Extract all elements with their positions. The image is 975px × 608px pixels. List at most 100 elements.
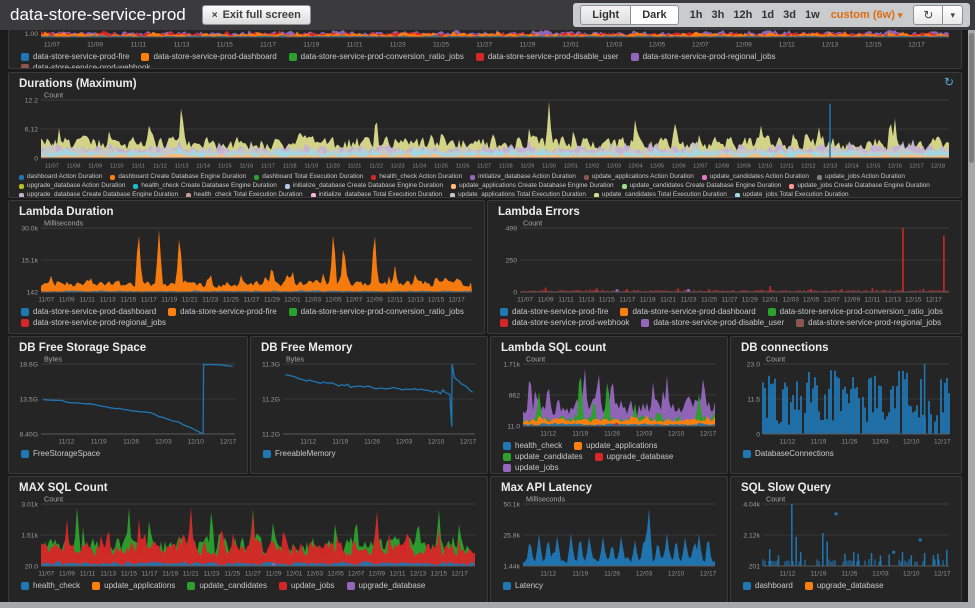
legend-item[interactable]: data-store-service-prod-fire — [168, 307, 276, 317]
legend-label: update_applications — [104, 581, 175, 591]
chart-sql-slow-query[interactable]: 4.04k2.12k201Count11/1211/1911/2612/0312… — [733, 495, 957, 579]
legend-item[interactable]: FreeStorageSpace — [21, 449, 100, 459]
svg-text:11/15: 11/15 — [599, 297, 615, 304]
legend-item[interactable]: health_check Total Execution Duration — [186, 191, 303, 198]
legend-item[interactable]: update_candidates — [503, 452, 583, 462]
legend-item[interactable]: upgrade_database — [347, 581, 426, 591]
legend-label: health_check — [515, 441, 562, 451]
legend-item[interactable]: update_jobs — [279, 581, 335, 591]
legend-item[interactable]: FreeableMemory — [263, 449, 335, 459]
legend-item[interactable]: upgrade_database — [805, 581, 884, 591]
legend-item[interactable]: dashboard Action Duration — [19, 173, 102, 181]
time-range-3h[interactable]: 3h — [712, 9, 725, 21]
svg-text:12/15: 12/15 — [905, 297, 922, 304]
svg-text:12/17: 12/17 — [908, 42, 925, 49]
legend-item[interactable]: data-store-service-prod-regional_jobs — [796, 318, 941, 328]
chart-db-free-memory[interactable]: 11.3G11.2G11.2GBytes11/1211/1911/2612/03… — [253, 355, 483, 447]
legend-item[interactable]: data-store-service-prod-fire — [21, 52, 129, 62]
svg-text:11/10: 11/10 — [110, 164, 124, 170]
chart-top-chart-partial[interactable]: 1.0011/0711/0911/1111/1311/1511/1711/191… — [11, 30, 957, 50]
legend-item[interactable]: data-store-service-prod-dashboard — [620, 307, 755, 317]
legend-item[interactable]: data-store-service-prod-webhook — [21, 63, 150, 69]
legend-item[interactable]: update_candidates Create Database Engine… — [622, 182, 782, 190]
legend-label: data-store-service-prod-conversion_ratio… — [301, 307, 464, 317]
legend-item[interactable]: data-store-service-prod-fire — [500, 307, 608, 317]
legend-item[interactable]: data-store-service-prod-dashboard — [141, 52, 276, 62]
refresh-button[interactable]: ↻ — [913, 5, 943, 25]
legend-item[interactable]: dashboard Create Database Engine Duratio… — [110, 173, 246, 181]
legend-item[interactable]: DatabaseConnections — [743, 449, 834, 459]
legend-swatch — [289, 53, 297, 61]
legend-item[interactable]: update_jobs Action Duration — [817, 173, 905, 181]
legend-item[interactable]: data-store-service-prod-dashboard — [21, 307, 156, 317]
svg-text:12/07: 12/07 — [348, 571, 365, 578]
legend-item[interactable]: data-store-service-prod-conversion_ratio… — [289, 52, 464, 62]
legend-item[interactable]: update_candidates Total Execution Durati… — [594, 191, 727, 198]
refresh-options-button[interactable]: ▾ — [943, 5, 963, 25]
chart-db-connections[interactable]: 23.011.50Count11/1211/1911/2612/0312/101… — [733, 355, 957, 447]
chart-max-sql-count[interactable]: 3.01k1.51k20.0Count11/0711/0911/1111/131… — [11, 495, 483, 579]
panel-title: Lambda Errors — [488, 201, 961, 219]
legend-item[interactable]: data-store-service-prod-regional_jobs — [631, 52, 776, 62]
svg-text:11/29: 11/29 — [519, 42, 535, 49]
legend-label: data-store-service-prod-regional_jobs — [33, 318, 166, 328]
svg-text:11.2G: 11.2G — [262, 432, 280, 439]
legend-item[interactable]: update_applications Action Duration — [584, 173, 694, 181]
light-theme-button[interactable]: Light — [580, 5, 630, 25]
legend-item[interactable]: dashboard Total Execution Duration — [254, 173, 363, 181]
legend-item[interactable]: upgrade_database — [595, 452, 674, 462]
legend-item[interactable]: update_applications — [574, 441, 657, 451]
legend-item[interactable]: initialize_database Total Execution Dura… — [311, 191, 443, 198]
chart-lambda-errors[interactable]: 4992500Count11/0711/0911/1111/1311/1511/… — [490, 219, 957, 305]
legend-item[interactable]: data-store-service-prod-conversion_ratio… — [768, 307, 943, 317]
legend-item[interactable]: update_jobs Total Execution Duration — [735, 191, 849, 198]
legend-label: data-store-service-prod-disable_user — [488, 52, 619, 62]
legend-item[interactable]: update_jobs — [503, 463, 559, 473]
chart-durations-maximum[interactable]: 12.26.120Count11/0711/0811/0911/1011/111… — [11, 91, 957, 171]
widget-refresh-icon[interactable]: ↻ — [944, 76, 954, 88]
chart-lambda-sql-count[interactable]: 1.71k86211.0Count11/1211/1911/2612/0312/… — [493, 355, 723, 439]
legend-item[interactable]: dashboard — [743, 581, 793, 591]
legend-item[interactable]: initialize_database Create Database Engi… — [285, 182, 443, 190]
chart-db-free-storage-space[interactable]: 18.6G13.5G8.40GBytes11/1211/1911/2612/03… — [11, 355, 243, 447]
legend-item[interactable]: update_applications — [92, 581, 175, 591]
legend-item[interactable]: data-store-service-prod-disable_user — [641, 318, 784, 328]
legend-item[interactable]: update_applications Total Execution Dura… — [450, 191, 586, 198]
legend-item[interactable]: data-store-service-prod-disable_user — [476, 52, 619, 62]
chart-max-api-latency[interactable]: 50.1k25.8k1.44kMilliseconds11/1211/1911/… — [493, 495, 723, 579]
legend-item[interactable]: update_candidates — [187, 581, 267, 591]
scrollbar-thumb[interactable] — [969, 33, 974, 163]
chart-lambda-duration[interactable]: 30.0k15.1k142Milliseconds11/0711/0911/11… — [11, 219, 480, 305]
legend-item[interactable]: update_applications Create Database Engi… — [451, 182, 614, 190]
scrollbar[interactable] — [968, 30, 975, 608]
legend-item[interactable]: update_jobs Create Database Engine Durat… — [789, 182, 930, 190]
legend-item[interactable]: health_check — [21, 581, 80, 591]
legend-item[interactable]: Latency — [503, 581, 543, 591]
legend-item[interactable]: update_candidates Action Duration — [702, 173, 809, 181]
time-range-1d[interactable]: 1d — [761, 9, 774, 21]
time-range-12h[interactable]: 12h — [733, 9, 752, 21]
panel-sql-slow-query: SQL Slow Query4.04k2.12k201Count11/1211/… — [730, 476, 962, 604]
legend-item[interactable]: upgrade_database Create Database Engine … — [19, 191, 178, 198]
legend-item[interactable]: upgrade_database Action Duration — [19, 182, 125, 190]
svg-text:12/09: 12/09 — [735, 42, 752, 49]
time-range-1w[interactable]: 1w — [805, 9, 820, 21]
legend-item[interactable]: health_check — [503, 441, 562, 451]
legend-item[interactable]: initialize_database Action Duration — [470, 173, 576, 181]
time-range-1h[interactable]: 1h — [690, 9, 703, 21]
custom-range-button[interactable]: custom (6w) ▾ — [831, 9, 903, 21]
time-range-3d[interactable]: 3d — [783, 9, 796, 21]
svg-text:11/07: 11/07 — [45, 164, 59, 170]
legend-swatch — [817, 175, 822, 180]
svg-text:12/18: 12/18 — [931, 164, 945, 170]
legend-item[interactable]: health_check Action Duration — [371, 173, 462, 181]
legend-item[interactable]: health_check Create Database Engine Dura… — [133, 182, 276, 190]
legend-item[interactable]: data-store-service-prod-conversion_ratio… — [289, 307, 464, 317]
svg-text:12/05: 12/05 — [803, 297, 820, 304]
legend-item[interactable]: data-store-service-prod-regional_jobs — [21, 318, 166, 328]
dark-theme-button[interactable]: Dark — [630, 5, 678, 25]
exit-fullscreen-button[interactable]: × Exit full screen — [202, 5, 311, 25]
svg-text:6.12: 6.12 — [25, 127, 38, 134]
svg-text:1.51k: 1.51k — [21, 533, 38, 540]
legend-item[interactable]: data-store-service-prod-webhook — [500, 318, 629, 328]
